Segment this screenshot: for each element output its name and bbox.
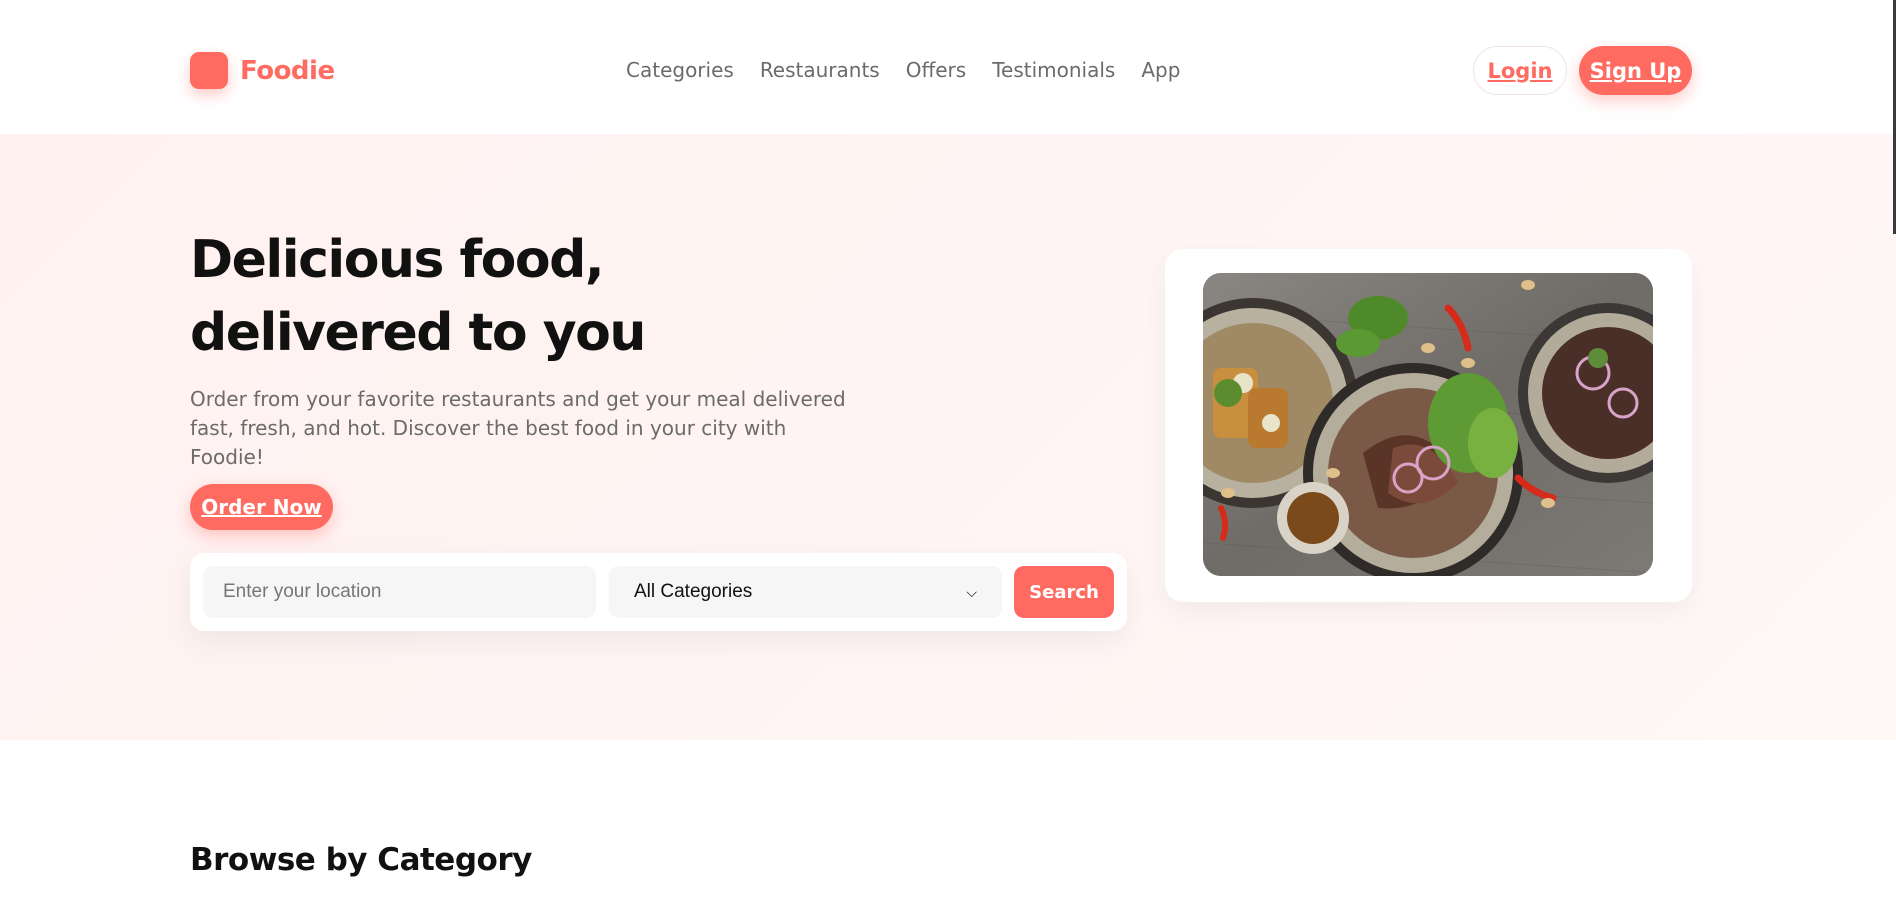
nav-link-app[interactable]: App	[1141, 58, 1180, 82]
login-button[interactable]: Login	[1473, 46, 1567, 95]
hero-image-card	[1165, 249, 1692, 602]
nav-link-offers[interactable]: Offers	[906, 58, 966, 82]
order-now-button[interactable]: Order Now	[190, 484, 333, 530]
location-input[interactable]	[203, 566, 596, 618]
main-nav: Categories Restaurants Offers Testimonia…	[626, 58, 1180, 82]
brand-name: Foodie	[240, 55, 335, 86]
signup-button[interactable]: Sign Up	[1579, 46, 1692, 95]
search-button[interactable]: Search	[1014, 566, 1114, 618]
nav-link-restaurants[interactable]: Restaurants	[760, 58, 880, 82]
nav-link-testimonials[interactable]: Testimonials	[992, 58, 1115, 82]
category-select[interactable]: All Categories ⌵	[609, 566, 1002, 618]
food-photo	[1203, 273, 1653, 576]
logo-mark-icon	[190, 52, 228, 89]
search-bar: All Categories ⌵ Search	[190, 553, 1127, 631]
chevron-down-icon: ⌵	[966, 583, 977, 600]
hero-description: Order from your favorite restaurants and…	[190, 387, 846, 469]
category-select-value: All Categories	[634, 581, 753, 602]
brand-logo[interactable]: Foodie	[190, 52, 335, 89]
site-header: Foodie Categories Restaurants Offers Tes…	[0, 0, 1896, 134]
hero-title: Delicious food, delivered to you	[190, 230, 646, 363]
browse-category-title: Browse by Category	[190, 842, 532, 878]
nav-link-categories[interactable]: Categories	[626, 58, 734, 82]
